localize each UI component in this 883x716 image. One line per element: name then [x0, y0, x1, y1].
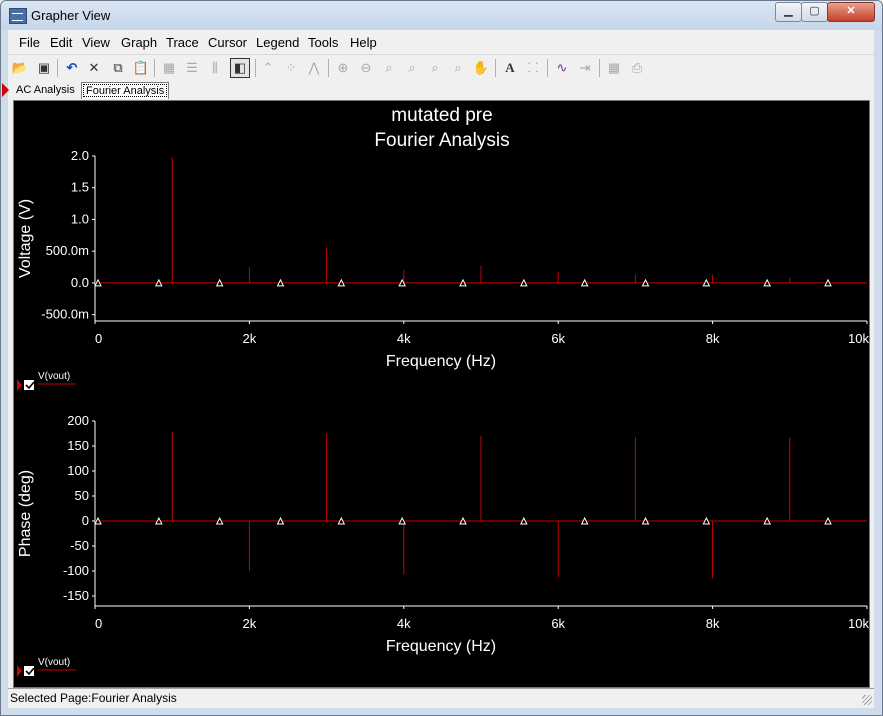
x-tick-label: 8k: [706, 616, 720, 631]
graph-canvas[interactable]: mutated pre Fourier Analysis 2.0 1.5 1.0 50…: [14, 101, 869, 687]
x-tick-label: 2k: [243, 616, 257, 631]
save-icon[interactable]: ▣: [34, 58, 54, 78]
toolbar-separator: [495, 59, 496, 77]
text-properties-icon[interactable]: ⸬: [523, 58, 543, 78]
y-tick-label: 0: [82, 513, 89, 528]
toolbar-separator: [255, 59, 256, 77]
y-tick-label: 150: [67, 438, 89, 453]
legend-toggle-icon[interactable]: ☰: [182, 58, 202, 78]
tab-fourier-analysis[interactable]: Fourier Analysis: [81, 82, 170, 99]
toolbar: 📂 ▣ ↶ ✕ ⧉ 📋 ▦ ☰ ⫼ ▤ ◧ ⌃ ⁘ ⋀ ⊕ ⊖ ⌕ ⌕ ⌕ ⌕ …: [8, 54, 874, 81]
client-area: File Edit View Graph Trace Cursor Legend…: [2, 30, 874, 708]
y-axis-label: Phase (deg): [17, 470, 34, 557]
x-axis-label: Frequency (Hz): [386, 353, 496, 370]
legend-label: V(vout): [38, 657, 70, 668]
x-tick-label: 10k: [848, 616, 869, 631]
trace-properties-icon[interactable]: ∿: [552, 58, 572, 78]
open-folder-icon[interactable]: 📂: [10, 58, 30, 78]
menu-cursor[interactable]: Cursor: [208, 35, 247, 50]
x-tick-label: 4k: [397, 331, 411, 346]
x-tick-label: 8k: [706, 331, 720, 346]
y-tick-label: 100: [67, 463, 89, 478]
y-tick-label: 2.0: [71, 148, 89, 163]
reverse-colors-icon[interactable]: ◧: [230, 58, 250, 78]
show-cursors-icon[interactable]: ⫼: [205, 58, 225, 78]
graph-title-line1: mutated pre: [391, 105, 492, 126]
y-tick-label: 0.0: [71, 275, 89, 290]
x-tick-label: 0: [95, 616, 102, 631]
close-button[interactable]: ✕: [827, 2, 875, 22]
graph-title-line2: Fourier Analysis: [374, 130, 509, 151]
y-tick-label: -500.0m: [41, 307, 89, 322]
resize-grip-icon[interactable]: [862, 695, 872, 705]
line-trace-icon[interactable]: ⌃: [258, 58, 278, 78]
scatter-trace-icon[interactable]: ⁘: [281, 58, 301, 78]
undo-icon[interactable]: ↶: [62, 58, 82, 78]
status-text: Selected Page:Fourier Analysis: [10, 691, 177, 705]
menu-legend[interactable]: Legend: [256, 35, 299, 50]
graph-area[interactable]: mutated pre Fourier Analysis 2.0 1.5 1.0 50…: [13, 100, 870, 688]
export-icon[interactable]: ⇥: [575, 58, 595, 78]
menu-tools[interactable]: Tools: [308, 35, 338, 50]
zoom-y-icon[interactable]: ⌕: [425, 58, 445, 78]
x-tick-label: 2k: [243, 331, 257, 346]
paste-icon[interactable]: 📋: [131, 58, 151, 78]
toolbar-separator: [547, 59, 548, 77]
y-tick-label: 1.5: [71, 180, 89, 195]
pan-hand-icon[interactable]: ✋: [471, 58, 491, 78]
maximize-button[interactable]: ▢: [801, 2, 828, 22]
toolbar-separator: [328, 59, 329, 77]
y-axis-label: Voltage (V): [17, 199, 34, 278]
x-axis-label: Frequency (Hz): [386, 638, 496, 655]
y-tick-label: -150: [63, 588, 89, 603]
menu-graph[interactable]: Graph: [121, 35, 157, 50]
title-bar[interactable]: Grapher View ▁ ▢ ✕: [1, 1, 882, 30]
toolbar-separator: [57, 59, 58, 77]
print-preview-icon[interactable]: ⎙: [627, 58, 647, 78]
x-tick-label: 0: [95, 331, 102, 346]
minimize-button[interactable]: ▁: [775, 2, 802, 22]
y-tick-label: -100: [63, 563, 89, 578]
toolbar-separator: [599, 59, 600, 77]
menu-bar: File Edit View Graph Trace Cursor Legend…: [8, 33, 874, 53]
page-tabs: AC Analysis Fourier Analysis: [2, 81, 874, 99]
menu-edit[interactable]: Edit: [50, 35, 72, 50]
legend-marker-icon: [17, 665, 22, 677]
zoom-in-icon[interactable]: ⊕: [333, 58, 353, 78]
x-tick-label: 10k: [848, 331, 869, 346]
y-tick-label: 200: [67, 413, 89, 428]
y-tick-label: 500.0m: [46, 243, 89, 258]
menu-file[interactable]: File: [19, 35, 40, 50]
zoom-area-icon[interactable]: ⌕: [379, 58, 399, 78]
legend-marker-icon: [17, 379, 22, 391]
y-tick-label: -50: [70, 538, 89, 553]
status-bar: Selected Page:Fourier Analysis: [8, 688, 874, 707]
y-tick-label: 50: [75, 488, 89, 503]
window-title: Grapher View: [31, 8, 111, 23]
tab-ac-analysis[interactable]: AC Analysis: [12, 82, 79, 98]
copy-icon[interactable]: ⧉: [108, 58, 128, 78]
menu-trace[interactable]: Trace: [166, 35, 199, 50]
y-tick-label: 1.0: [71, 211, 89, 226]
delete-icon[interactable]: ✕: [84, 58, 104, 78]
zoom-x-icon[interactable]: ⌕: [402, 58, 422, 78]
grid-icon[interactable]: ▦: [159, 58, 179, 78]
menu-help[interactable]: Help: [350, 35, 377, 50]
phase-plot[interactable]: 200 150 100 50 0 -50 -100 -150 0 2k 4k 6k 8k 10k Frequ…: [17, 413, 869, 677]
x-tick-label: 6k: [551, 331, 565, 346]
menu-view[interactable]: View: [82, 35, 110, 50]
marker-trace-icon[interactable]: ⋀: [304, 58, 324, 78]
grapher-app-icon: [9, 8, 27, 24]
print-icon[interactable]: ▦: [604, 58, 624, 78]
text-label-icon[interactable]: A: [500, 58, 520, 78]
legend-label: V(vout): [38, 371, 70, 382]
zoom-out-icon[interactable]: ⊖: [356, 58, 376, 78]
tab-marker-icon: [2, 83, 9, 97]
grapher-window: Grapher View ▁ ▢ ✕ File Edit View Graph …: [0, 0, 883, 716]
x-tick-label: 6k: [551, 616, 565, 631]
zoom-full-icon[interactable]: ⌕: [448, 58, 468, 78]
voltage-plot[interactable]: 2.0 1.5 1.0 500.0m 0.0 -500.0m 0 2k 4k 6k 8k 10k Fre…: [17, 148, 869, 391]
toolbar-separator: [154, 59, 155, 77]
x-tick-label: 4k: [397, 616, 411, 631]
